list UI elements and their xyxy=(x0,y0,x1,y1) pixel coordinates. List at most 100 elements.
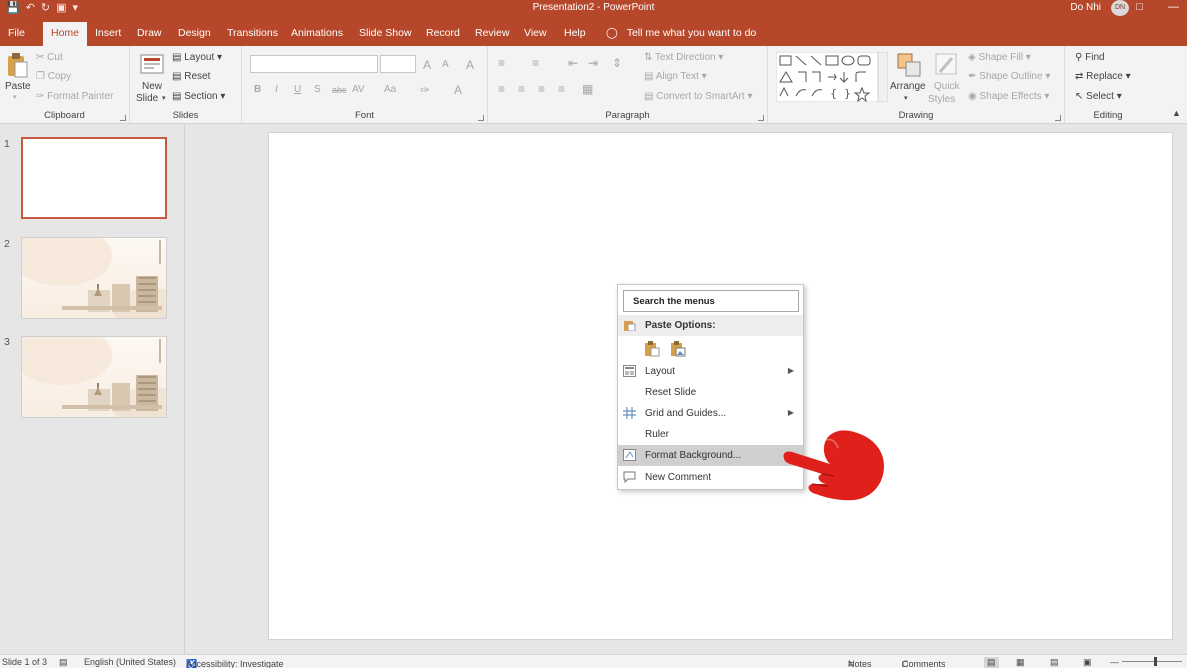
align-left-icon[interactable]: ≡ xyxy=(498,82,505,96)
copy-button[interactable]: ❐ Copy xyxy=(36,71,71,82)
slide-thumbnail[interactable] xyxy=(21,237,167,319)
arrange-button[interactable]: Arrange xyxy=(890,81,926,92)
text-shadow-button[interactable]: S xyxy=(314,84,321,95)
find-button[interactable]: ⚲ Find xyxy=(1075,52,1105,63)
zoom-slider[interactable] xyxy=(1122,661,1182,662)
cut-button[interactable]: ✂ Cut xyxy=(36,52,63,63)
ribbon-display-icon[interactable]: □ xyxy=(1136,1,1143,13)
slide-sorter-icon[interactable]: ▦ xyxy=(1016,657,1025,668)
highlight-icon[interactable]: ✑ xyxy=(420,83,430,97)
paste-button[interactable]: Paste xyxy=(5,81,31,92)
section-button[interactable]: ▤ Section ▾ xyxy=(172,91,225,102)
theme-decoration-illustration xyxy=(22,337,166,417)
new-slide-dropdown-icon[interactable]: ▾ xyxy=(162,94,166,102)
shape-fill-button[interactable]: ◈ Shape Fill ▾ xyxy=(968,52,1031,63)
menu-item-reset-slide[interactable]: Reset Slide xyxy=(618,382,803,403)
quick-styles-label-1[interactable]: Quick xyxy=(934,81,960,92)
tab-review[interactable]: Review xyxy=(475,27,509,39)
layout-button[interactable]: ▤ Layout ▾ xyxy=(172,52,222,63)
text-direction-button[interactable]: ⇅ Text Direction ▾ xyxy=(644,52,723,63)
new-slide-label-2[interactable]: Slide xyxy=(136,93,158,104)
user-name[interactable]: Do Nhi xyxy=(1070,2,1101,13)
font-size-dropdown[interactable] xyxy=(380,55,416,73)
collapse-ribbon-icon[interactable]: ▲ xyxy=(1172,108,1181,118)
new-slide-label-1[interactable]: New xyxy=(142,81,162,92)
language-indicator[interactable]: English (United States) xyxy=(84,657,176,667)
zoom-out-icon[interactable]: — xyxy=(1110,657,1119,667)
reading-view-icon[interactable]: ▤ xyxy=(1050,657,1059,668)
slide-thumbnail[interactable] xyxy=(21,137,167,219)
tab-record[interactable]: Record xyxy=(426,27,460,39)
decrease-indent-icon[interactable]: ⇤ xyxy=(568,56,578,70)
shrink-font-icon[interactable]: A xyxy=(442,59,449,70)
arrange-dropdown-icon[interactable]: ▾ xyxy=(904,94,908,102)
clear-formatting-icon[interactable]: A xyxy=(466,58,474,72)
tab-transitions[interactable]: Transitions xyxy=(227,27,278,39)
underline-button[interactable]: U xyxy=(294,84,301,95)
menu-item-grid-and-guides[interactable]: Grid and Guides... ▶ xyxy=(618,403,803,424)
paste-dropdown-icon[interactable]: ▾ xyxy=(13,93,17,101)
increase-indent-icon[interactable]: ⇥ xyxy=(588,56,598,70)
font-name-dropdown[interactable] xyxy=(250,55,378,73)
align-right-icon[interactable]: ≡ xyxy=(538,82,545,96)
avatar[interactable]: DN xyxy=(1111,0,1129,16)
quick-styles-icon[interactable] xyxy=(934,52,960,78)
grow-font-icon[interactable]: A xyxy=(423,58,431,72)
tab-design[interactable]: Design xyxy=(178,27,211,39)
tab-home[interactable]: Home xyxy=(43,22,88,46)
paste-picture-icon[interactable] xyxy=(670,340,686,357)
paste-icon[interactable] xyxy=(6,52,28,78)
change-case-button[interactable]: Aa xyxy=(384,84,396,95)
strikethrough-button[interactable]: abc xyxy=(332,85,347,95)
arrange-icon[interactable] xyxy=(896,52,922,78)
tab-file[interactable]: File xyxy=(8,27,25,39)
quick-styles-label-2[interactable]: Styles xyxy=(928,94,955,105)
numbering-icon[interactable]: ≡ xyxy=(532,56,539,70)
normal-view-icon[interactable]: ▤ xyxy=(984,657,999,668)
align-text-button[interactable]: ▤ Align Text ▾ xyxy=(644,71,707,82)
paragraph-launcher-icon[interactable] xyxy=(758,115,764,121)
italic-button[interactable]: I xyxy=(275,84,278,95)
slide-thumbnails-pane: 1 2 3 xyxy=(0,124,185,654)
new-slide-icon[interactable] xyxy=(140,52,164,76)
tab-animations[interactable]: Animations xyxy=(291,27,343,39)
align-center-icon[interactable]: ≡ xyxy=(518,82,525,96)
slide-thumbnail[interactable] xyxy=(21,336,167,418)
menu-item-ruler[interactable]: Ruler xyxy=(618,424,803,445)
columns-icon[interactable]: ▦ xyxy=(582,82,593,96)
replace-button[interactable]: ⇄ Replace ▾ xyxy=(1075,71,1131,82)
tab-help[interactable]: Help xyxy=(564,27,586,39)
shape-effects-button[interactable]: ◉ Shape Effects ▾ xyxy=(968,91,1049,102)
drawing-launcher-icon[interactable] xyxy=(1055,115,1061,121)
character-spacing-button[interactable]: AV xyxy=(352,84,365,95)
convert-smartart-button[interactable]: ▤ Convert to SmartArt ▾ xyxy=(644,91,752,102)
spell-check-icon[interactable]: ▤ xyxy=(59,657,68,668)
use-destination-theme-icon[interactable] xyxy=(644,340,660,357)
font-launcher-icon[interactable] xyxy=(478,115,484,121)
zoom-slider-thumb[interactable] xyxy=(1154,657,1157,666)
search-menus-input[interactable]: Search the menus xyxy=(623,290,799,312)
shape-outline-button[interactable]: ✒ Shape Outline ▾ xyxy=(968,71,1050,82)
menu-item-layout[interactable]: Layout ▶ xyxy=(618,361,803,382)
font-color-button[interactable]: A xyxy=(454,83,462,97)
format-painter-button[interactable]: ✑ Format Painter xyxy=(36,91,113,102)
tab-draw[interactable]: Draw xyxy=(137,27,162,39)
reset-button[interactable]: ▤ Reset xyxy=(172,71,210,82)
justify-icon[interactable]: ≡ xyxy=(558,82,565,96)
tell-me-box[interactable]: ◯ Tell me what you want to do xyxy=(606,27,756,39)
slide-show-icon[interactable]: ▣ xyxy=(1083,657,1092,668)
menu-item-new-comment[interactable]: New Comment xyxy=(618,467,803,488)
clipboard-icon xyxy=(624,321,636,331)
bullets-icon[interactable]: ≡ xyxy=(498,56,505,70)
bold-button[interactable]: B xyxy=(254,84,261,95)
tab-view[interactable]: View xyxy=(524,27,547,39)
shapes-gallery[interactable]: { } xyxy=(776,52,888,102)
section-icon: ▤ xyxy=(172,91,182,102)
tab-insert[interactable]: Insert xyxy=(95,27,121,39)
tab-slide-show[interactable]: Slide Show xyxy=(359,27,412,39)
line-spacing-icon[interactable]: ⇕ xyxy=(612,56,622,70)
clipboard-launcher-icon[interactable] xyxy=(120,115,126,121)
minimize-icon[interactable]: — xyxy=(1168,1,1179,13)
menu-item-format-background[interactable]: Format Background... xyxy=(618,445,803,466)
select-button[interactable]: ↖ Select ▾ xyxy=(1075,91,1122,102)
